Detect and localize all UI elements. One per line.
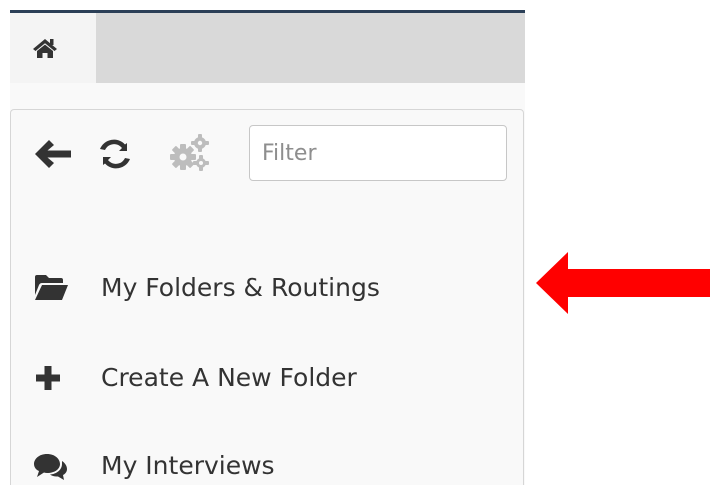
filter-input[interactable] [249,125,507,181]
app-frame: My Folders & Routings Create A New Folde… [10,10,525,485]
arrow-left-icon[interactable] [33,138,73,170]
refresh-icon[interactable] [97,136,133,172]
menu-item-label: My Interviews [101,451,275,480]
red-arrow-annotation [536,252,710,314]
tab-home[interactable] [10,13,96,83]
home-icon [33,39,57,58]
folder-open-icon [35,275,68,300]
menu-item-my-folders[interactable]: My Folders & Routings [11,258,511,318]
gears-icon [170,134,209,171]
menu-item-label: Create A New Folder [101,363,357,392]
menu-item-label: My Folders & Routings [101,273,380,302]
menu-item-create-folder[interactable]: Create A New Folder [11,348,511,408]
tab-bar [10,13,525,83]
comments-icon [34,454,67,480]
menu-item-my-interviews[interactable]: My Interviews [11,436,511,485]
plus-icon [36,366,60,390]
navigation-panel: My Folders & Routings Create A New Folde… [10,109,524,485]
